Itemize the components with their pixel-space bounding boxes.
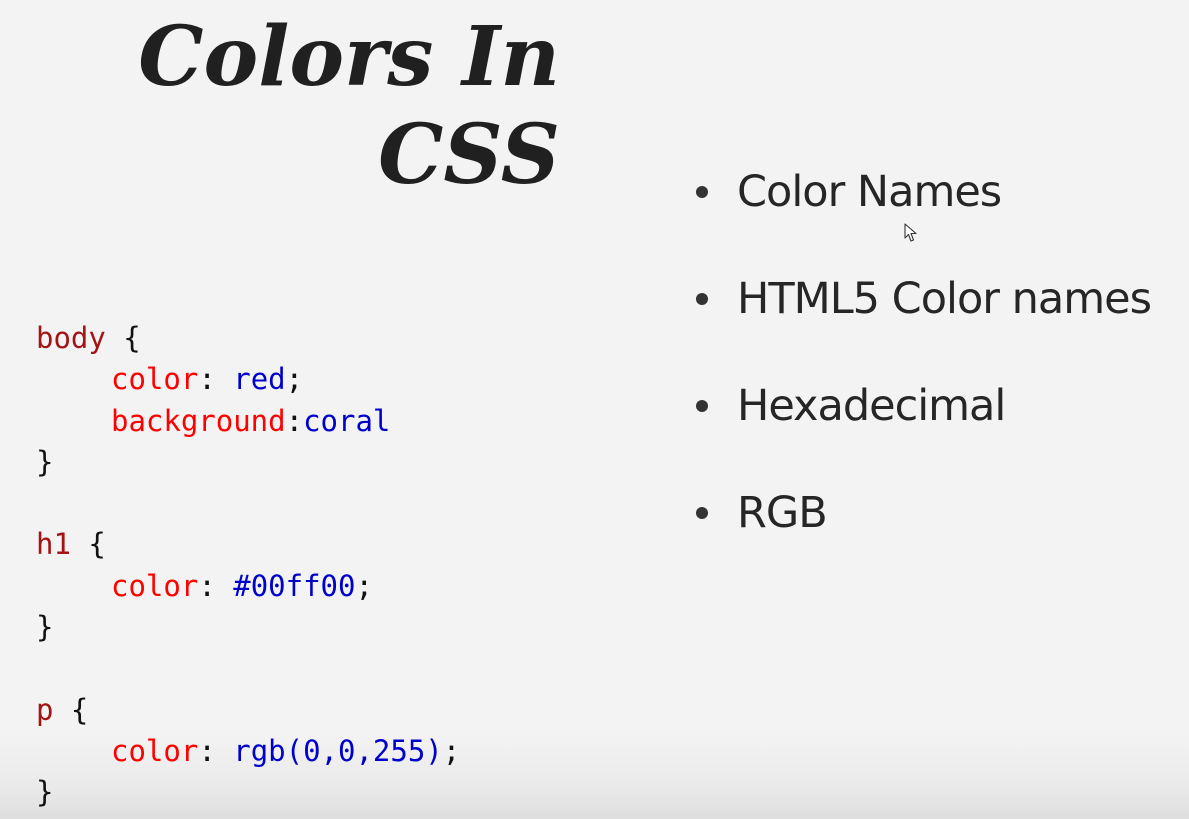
body-color-value: red: [233, 362, 286, 397]
code-line-p-color: color: rgb(0,0,255);: [111, 733, 461, 768]
list-item-label: Color Names: [737, 167, 1002, 217]
body-selector: body: [36, 321, 106, 355]
slide-title-line-2: CSS: [378, 107, 560, 203]
bullet-icon: [696, 400, 708, 412]
code-line-p-close: }: [36, 775, 54, 810]
code-line-body-color: color: red;: [111, 362, 304, 397]
h1-selector: h1: [36, 527, 71, 562]
h1-color-property: color: [111, 568, 199, 603]
code-line-h1-open: h1 {: [36, 527, 106, 562]
code-line-body-background: background:coral: [111, 403, 391, 438]
body-color-property: color: [111, 362, 199, 397]
p-color-property: color: [111, 733, 199, 768]
slide-title: Colors In CSS: [60, 8, 560, 204]
body-background-value: coral: [303, 403, 391, 438]
mouse-pointer-icon: [904, 223, 917, 242]
p-color-value: rgb(0,0,255): [233, 733, 443, 768]
code-line-h1-close: }: [36, 610, 54, 645]
bullet-icon: [696, 293, 708, 305]
h1-color-value: #00ff00: [233, 568, 356, 603]
p-selector: p: [36, 692, 54, 727]
body-background-property: background: [111, 403, 286, 438]
code-line-body-open: body {: [36, 321, 141, 355]
code-line-body-close: }: [36, 444, 54, 479]
css-code-example: body {color: red; background:coral} h1 {co…: [36, 318, 460, 814]
list-item-label: RGB: [737, 488, 828, 538]
list-item-label: HTML5 Color names: [737, 274, 1152, 324]
code-line-h1-color: color: #00ff00;: [111, 568, 373, 603]
bullet-icon: [696, 507, 708, 519]
slide-title-line-1: Colors In: [138, 9, 560, 105]
code-line-p-open: p {: [36, 692, 89, 727]
bullet-icon: [696, 186, 708, 198]
list-item-label: Hexadecimal: [737, 381, 1006, 431]
